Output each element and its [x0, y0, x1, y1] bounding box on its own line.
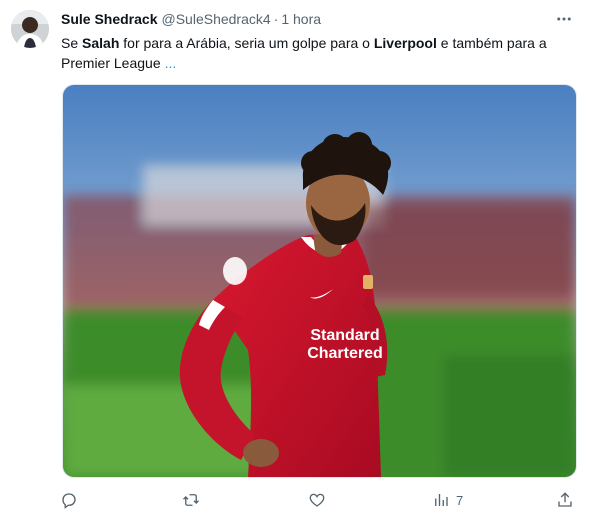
reply-button[interactable]: [60, 486, 78, 514]
tweet-text-part: for para a Arábia, seria um golpe para o: [119, 35, 374, 51]
salah-photo: Standard Chartered: [63, 85, 576, 477]
tweet-text: Se Salah for para a Arábia, seria um gol…: [61, 33, 571, 73]
author-avatar[interactable]: [11, 10, 49, 48]
tweet-action-bar: 7: [60, 486, 580, 514]
views-button[interactable]: 7: [432, 486, 463, 514]
separator-dot: ·: [273, 11, 279, 27]
retweet-icon: [183, 494, 199, 506]
more-options-button[interactable]: [553, 9, 575, 29]
tweet-media-image[interactable]: Standard Chartered: [62, 84, 577, 478]
more-horizontal-icon: [557, 17, 571, 21]
views-bar-chart-icon: [435, 494, 448, 506]
shirt-sponsor-line1: Standard: [310, 327, 379, 344]
like-button[interactable]: [308, 486, 326, 514]
tweet-card[interactable]: Sule Shedrack @SuleShedrack4 · 1 hora Se Sa…: [0, 0, 589, 521]
author-name[interactable]: Sule Shedrack: [61, 11, 158, 27]
share-icon: [558, 492, 572, 507]
shirt-sponsor-line2: Chartered: [307, 345, 383, 362]
retweet-button[interactable]: [182, 486, 200, 514]
share-button[interactable]: [556, 486, 574, 514]
show-more-link[interactable]: ...: [165, 55, 177, 71]
views-count: 7: [456, 492, 464, 508]
tweet-header: Sule Shedrack @SuleShedrack4 · 1 hora: [61, 10, 575, 30]
reply-icon: [62, 493, 76, 509]
heart-icon: [309, 493, 325, 507]
tweet-text-bold-liverpool: Liverpool: [373, 35, 437, 51]
tweet-text-bold-salah: Salah: [82, 35, 120, 51]
tweet-timestamp[interactable]: 1 hora: [281, 11, 321, 27]
avatar-image: [11, 10, 49, 48]
author-handle[interactable]: @SuleShedrack4: [162, 11, 271, 27]
tweet-text-part: Se: [61, 35, 83, 51]
